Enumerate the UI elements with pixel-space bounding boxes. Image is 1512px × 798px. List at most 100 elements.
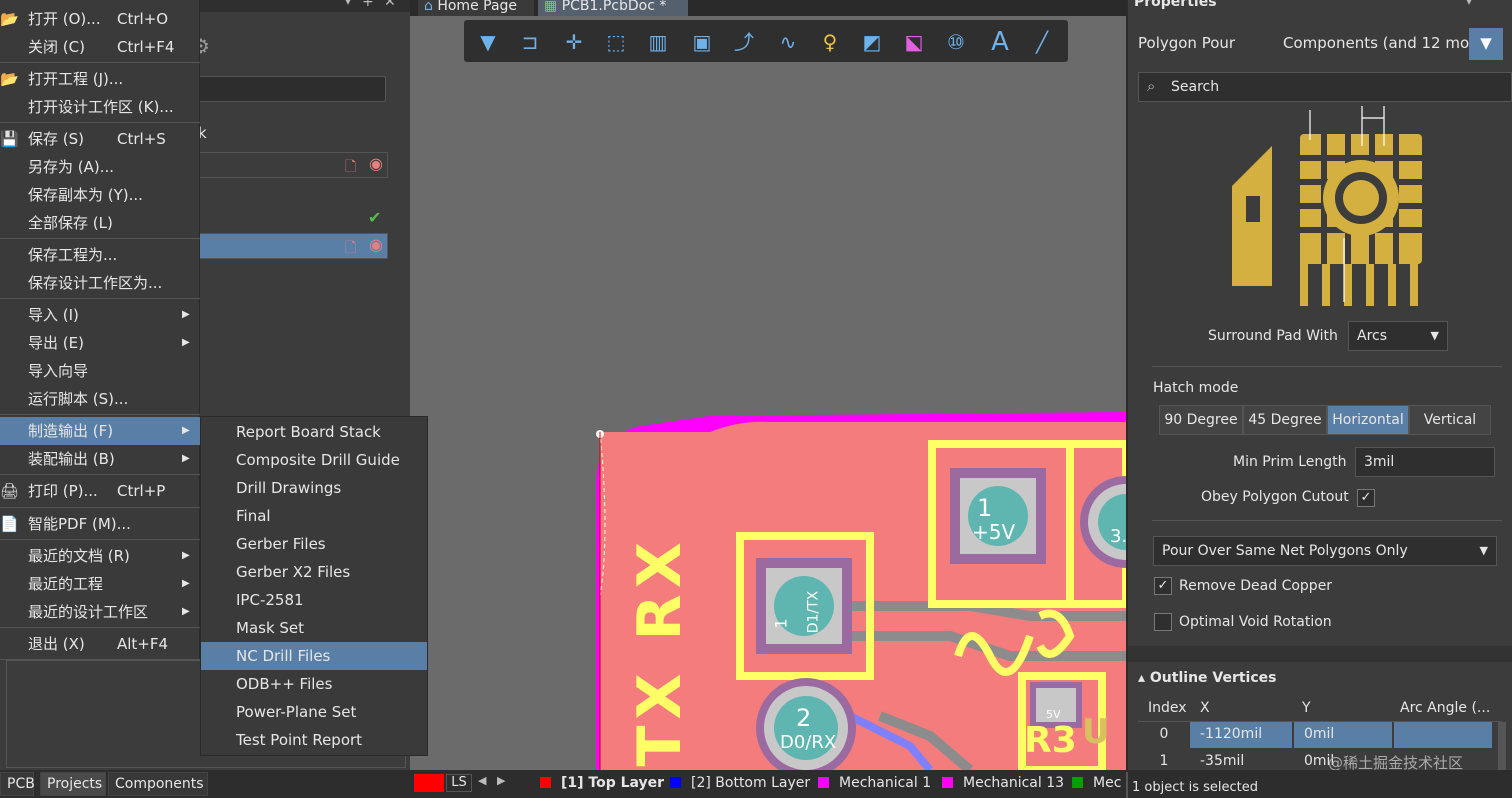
filter-icon[interactable]: ▼ [1469,28,1503,60]
project-row-selected[interactable]: 🗋 ◉ [196,233,388,259]
component-icon[interactable]: ▣ [688,28,716,56]
submenu-item[interactable]: Test Point Report [201,726,427,754]
pad-net: D0/RX [780,732,837,753]
submenu-item[interactable]: Final [201,502,427,530]
select-rect-icon[interactable]: ⬚ [602,28,630,56]
menu-separator [0,238,200,239]
hatch-horizontal-button[interactable]: Horizontal [1327,405,1409,435]
submenu-item[interactable]: NC Drill Files [201,642,427,670]
hatch-90-button[interactable]: 90 Degree [1159,405,1243,435]
obey-cutout-checkbox[interactable]: ✓ [1357,489,1375,507]
submenu-item[interactable]: Gerber X2 Files [201,558,427,586]
menu-item[interactable]: 保存工程为... [0,241,200,269]
layer-name: [2] Bottom Layer [691,775,811,791]
prev-icon[interactable]: ◀ [478,774,486,787]
polygon-icon[interactable]: ◩ [858,28,886,56]
tab-projects[interactable]: Projects [40,772,106,796]
ls-button[interactable]: LS [446,774,472,792]
hatch-vertical-button[interactable]: Vertical [1409,405,1491,435]
menu-item[interactable]: 导出 (E) ▶ [0,329,200,357]
diff-pair-icon[interactable]: ∿ [774,28,802,56]
submenu-item[interactable]: Mask Set [201,614,427,642]
menu-item[interactable]: 🖨 打印 (P)... Ctrl+P [0,477,200,505]
tab-pcb[interactable]: PCB [0,772,35,796]
via-icon[interactable]: ♀ [816,28,844,56]
project-row[interactable]: 🗋 ◉ [196,152,388,178]
close-icon[interactable]: ✕ [384,0,396,10]
text-icon[interactable]: A [986,28,1014,56]
menu-item[interactable]: 保存副本为 (Y)... [0,181,200,209]
filter-icon[interactable]: ▼ [474,28,502,56]
cell-x[interactable]: -1120mil [1190,722,1292,748]
current-layer-swatch[interactable] [414,774,444,792]
cell-y[interactable]: 0mil [1294,722,1392,748]
submenu-item[interactable]: Composite Drill Guide [201,446,427,474]
menu-item[interactable]: 导入 (I) ▶ [0,301,200,329]
surround-pad-select[interactable]: Arcs ▼ [1348,321,1448,351]
cell-arc[interactable] [1394,722,1492,748]
tab-home-page[interactable]: ⌂ Home Page [418,0,534,16]
layer-tab[interactable]: Mechanical 13 [942,774,1064,794]
menu-item[interactable]: 导入向导 [0,357,200,385]
connect-icon[interactable]: ⬕ [900,28,928,56]
snap-icon[interactable]: ⊐ [516,28,544,56]
outline-vertices-header[interactable]: ▴ Outline Vertices [1138,670,1277,686]
menu-item[interactable]: 最近的设计工作区 ▶ [0,598,200,626]
route-icon[interactable]: ⤴ [730,28,758,56]
menu-item[interactable]: 📂 打开工程 (J)... [0,65,200,93]
object-type-label: Polygon Pour [1138,34,1236,52]
tab-pcb1[interactable]: ▦ PCB1.PcbDoc * [538,0,688,16]
layer-nav[interactable]: ◀ ▶ [478,774,528,792]
menu-item[interactable]: 装配输出 (B) ▶ [0,445,200,473]
layer-tab[interactable]: [2] Bottom Layer [670,774,810,794]
menu-item[interactable]: 最近的文档 (R) ▶ [0,542,200,570]
obey-cutout-label: Obey Polygon Cutout [1201,489,1349,505]
search-input[interactable]: ⌕ Search [1138,72,1512,102]
cell-index: 0 [1159,726,1169,742]
chevron-down-icon[interactable]: ▾ [345,0,351,8]
dimension-icon[interactable]: ⑩ [942,28,970,56]
projects-search-input[interactable] [196,76,386,102]
menu-item-label: 最近的设计工作区 [28,603,149,621]
tab-components[interactable]: Components [108,772,208,796]
filter-scope-label[interactable]: Components (and 12 more) [1283,34,1490,52]
chevron-down-icon[interactable]: ▾ [1466,0,1472,8]
next-icon[interactable]: ▶ [497,774,505,787]
submenu-item[interactable]: Power-Plane Set [201,698,427,726]
submenu-item[interactable]: ODB++ Files [201,670,427,698]
align-icon[interactable]: ▥ [644,28,672,56]
menu-item[interactable]: 📂 打开 (O)... Ctrl+O [0,5,200,33]
pcb-canvas[interactable]: TX RX 1 +5V 1 D1/TX 2 D0/RX 3.3 R3 U 5V [410,16,1139,770]
layer-tab[interactable]: [1] Top Layer [540,774,664,794]
menu-item[interactable]: 退出 (X) Alt+F4 [0,630,200,658]
layer-tab[interactable]: Mechanical 1 [818,774,931,794]
menu-item[interactable]: 运行脚本 (S)... [0,385,200,413]
menu-item[interactable]: 全部保存 (L) [0,209,200,237]
crosshair-icon[interactable]: ✛ [560,28,588,56]
chevron-down-icon: ▼ [1479,544,1488,557]
hatch-45-button[interactable]: 45 Degree [1243,405,1327,435]
menu-item[interactable]: 打开设计工作区 (K)... [0,93,200,121]
pour-over-select[interactable]: Pour Over Same Net Polygons Only ▼ [1153,536,1497,566]
menu-item[interactable]: 💾 保存 (S) Ctrl+S [0,125,200,153]
submenu-item[interactable]: Drill Drawings [201,474,427,502]
submenu-item[interactable]: Gerber Files [201,530,427,558]
menu-item[interactable]: 另存为 (A)... [0,153,200,181]
submenu-item[interactable]: Report Board Stack [201,418,427,446]
menu-item[interactable]: 制造输出 (F) ▶ [0,417,200,445]
optimal-void-checkbox[interactable] [1154,613,1172,631]
line-icon[interactable]: ╱ [1028,28,1056,56]
scrollbar[interactable] [1498,722,1506,772]
remove-dead-checkbox[interactable]: ✓ [1154,577,1172,595]
menu-item[interactable]: 保存设计工作区为... [0,269,200,297]
pad-number: 1 [977,494,993,522]
menu-item[interactable]: 📄 智能PDF (M)... [0,510,200,538]
submenu-item[interactable]: IPC-2581 [201,586,427,614]
menu-item[interactable]: 关闭 (C) Ctrl+F4 [0,33,200,61]
table-row[interactable]: 0 -1120mil 0mil [1138,722,1502,748]
chevron-down-icon: ▼ [1430,329,1439,342]
layer-tab[interactable]: Mec [1072,774,1121,794]
menu-item[interactable]: 最近的工程 ▶ [0,570,200,598]
pin-icon[interactable]: + [362,0,374,10]
min-prim-input[interactable]: 3mil [1355,447,1495,477]
